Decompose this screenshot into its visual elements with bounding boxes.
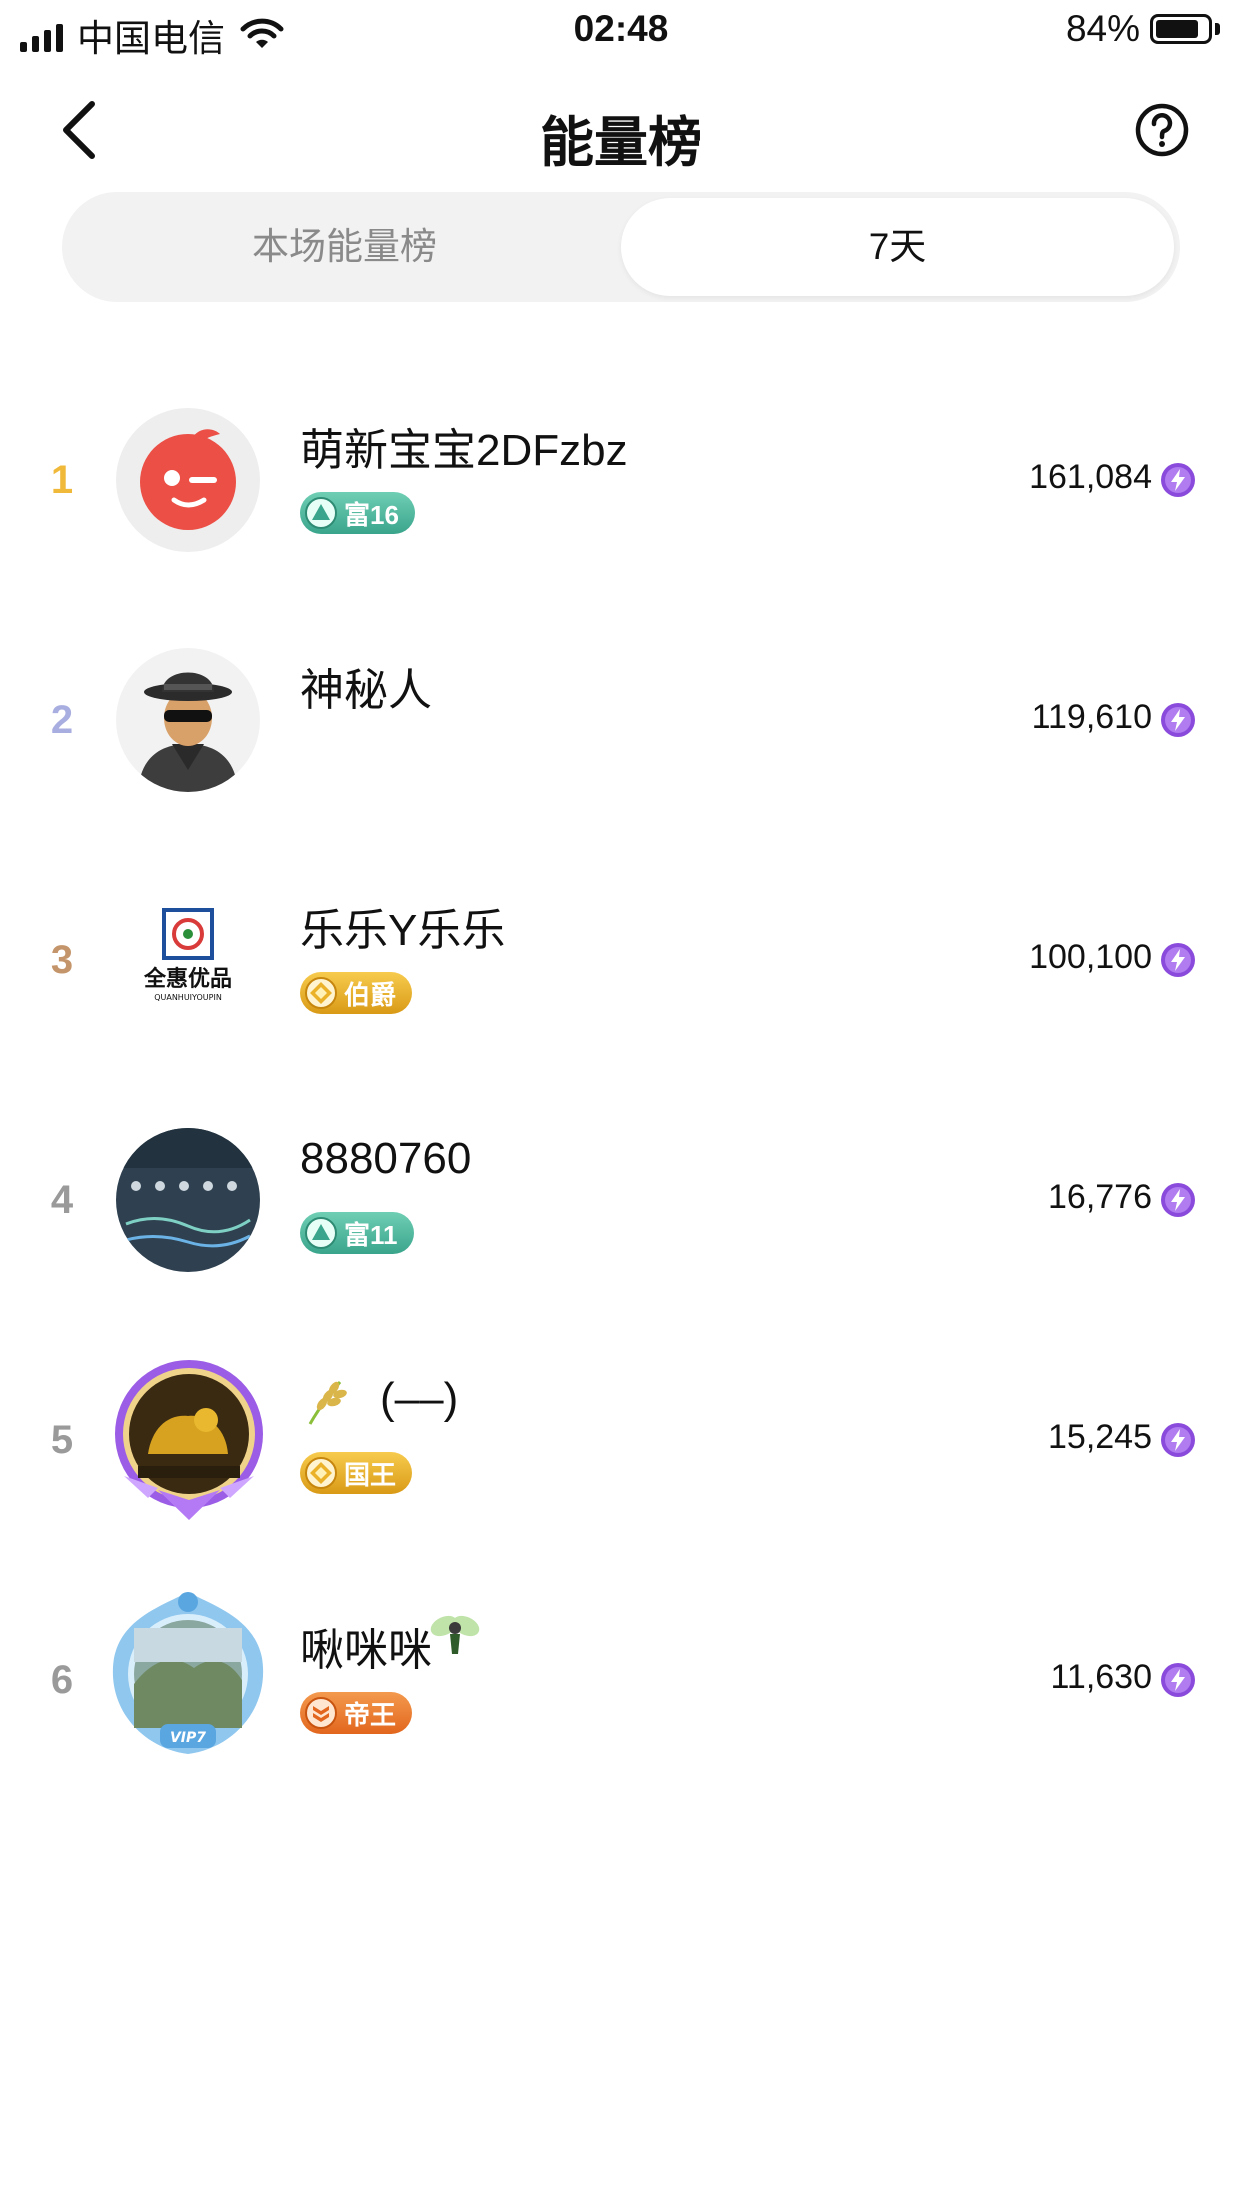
user-name: 8880760 [300,1134,472,1183]
ranking-row[interactable]: 2 神秘人 119,610 [0,640,1242,880]
shop-logo-text: 全惠优品 [143,966,232,992]
noble-rank-badge: 伯爵 [300,972,413,1014]
badge-label: 国王 [344,1459,397,1490]
badge-label: 伯爵 [344,979,397,1010]
avatar[interactable] [116,1128,260,1272]
gold-pixiu-avatar [115,1360,263,1520]
energy-score: 16,776 [1048,1178,1152,1216]
badge-label: 富16 [344,499,399,530]
triangle-level-icon [305,1217,337,1249]
lightning-bolt-icon [1161,463,1195,497]
tab-current-session[interactable]: 本场能量榜 [68,198,621,296]
ranking-row[interactable]: 5 (––) 国王 15,245 [0,1360,1242,1600]
energy-score: 11,630 [1050,1658,1152,1696]
noble-rank-badge: 帝王 [300,1692,413,1734]
weather-forecast-avatar [116,1128,260,1272]
shop-logo-subtext: QUANHUIYOUPIN [154,993,222,1002]
user-name: (––) [380,1374,459,1423]
status-right: 84% [1066,8,1220,50]
vip-frame-avatar: VIP7 [112,1592,264,1754]
wealth-level-badge: 富11 [300,1212,414,1254]
wealth-level-badge: 富16 [300,492,415,534]
lightning-bolt-icon [1161,1663,1195,1697]
avatar[interactable] [108,1358,270,1524]
period-tabs: 本场能量榜 7天 [62,192,1180,302]
energy-ranking-page: 中国电信 02:48 84% 能量榜 本场能量榜 7天 1 萌新宝宝2DFzbz… [0,0,1242,2208]
avatar[interactable]: VIP7 [104,1588,272,1758]
badge-label: 帝王 [344,1699,397,1730]
energy-score: 15,245 [1048,1418,1152,1456]
rank-number: 1 [50,458,74,502]
fairy-icon [430,1615,480,1654]
help-button[interactable] [1134,102,1190,158]
user-name: 乐乐Y乐乐 [300,906,506,955]
rank-number: 3 [50,938,74,982]
lightning-bolt-icon [1161,1183,1195,1217]
wheat-icon [308,1381,347,1425]
rank-number: 5 [50,1418,74,1462]
avatar[interactable] [116,648,260,792]
lightning-bolt-icon [1161,943,1195,977]
navigation-bar: 能量榜 [0,80,1242,180]
shop-logo-avatar: 全惠优品 QUANHUIYOUPIN [116,888,260,1032]
ranking-row[interactable]: 6 VIP7 啾咪咪 帝王 11,630 [0,1592,1242,1840]
vip-level-text: VIP7 [170,1730,206,1746]
noble-rank-badge: 国王 [300,1452,413,1494]
battery-icon [1150,14,1212,44]
energy-score: 100,100 [1029,938,1152,976]
avatar[interactable]: 全惠优品 QUANHUIYOUPIN [116,888,260,1032]
mystery-person-avatar [116,648,260,792]
badge-label: 富11 [344,1219,398,1250]
user-name: 神秘人 [300,666,432,715]
diamond-crest-icon [305,1457,337,1489]
wink-face-avatar [116,408,260,552]
triangle-level-icon [305,497,337,529]
avatar[interactable] [116,408,260,552]
question-circle-icon [1135,103,1189,157]
lightning-bolt-icon [1161,703,1195,737]
energy-score: 119,610 [1031,698,1152,736]
ranking-row[interactable]: 1 萌新宝宝2DFzbz 富16 161,084 [0,400,1242,640]
rank-number: 6 [50,1658,74,1702]
battery-tip [1215,23,1220,35]
diamond-crest-icon [305,977,337,1009]
user-name: 萌新宝宝2DFzbz [300,426,628,475]
rank-number: 2 [50,698,74,742]
lightning-bolt-icon [1161,1423,1195,1457]
status-time: 02:48 [573,8,669,49]
ranking-row[interactable]: 3 全惠优品 QUANHUIYOUPIN 乐乐Y乐乐 伯爵 100,100 [0,880,1242,1120]
battery-percentage: 84% [1065,8,1140,49]
energy-score: 161,084 [1029,458,1152,496]
user-name: 啾咪咪 [300,1626,432,1675]
ranking-row[interactable]: 4 8880760 富11 16,776 [0,1120,1242,1360]
battery-fill [1156,20,1198,38]
tab-7-days[interactable]: 7天 [621,198,1174,296]
page-title: 能量榜 [540,113,702,173]
chevron-crest-icon [305,1697,337,1729]
status-bar: 中国电信 02:48 84% [0,0,1242,64]
rank-number: 4 [50,1178,74,1222]
